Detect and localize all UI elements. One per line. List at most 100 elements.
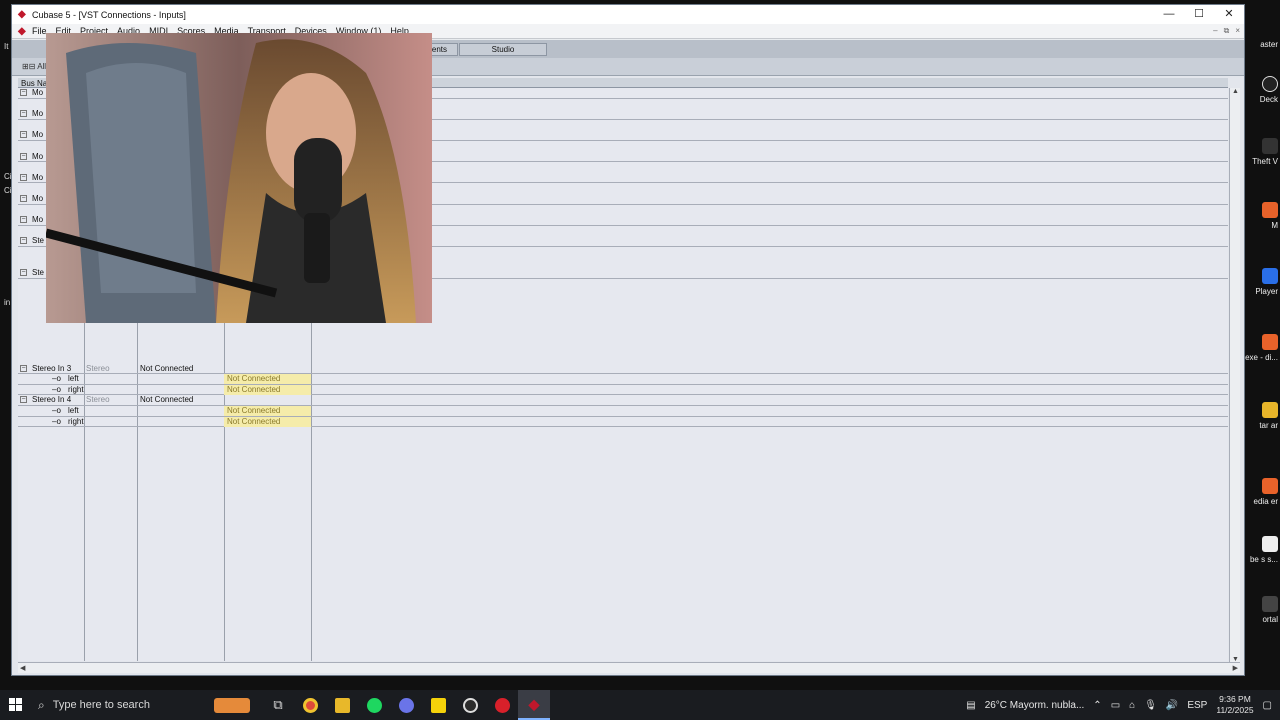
menu-file[interactable]: File: [32, 26, 47, 36]
task-view-icon: ⧉: [273, 697, 283, 712]
collapse-toggle-icon[interactable]: −: [20, 89, 27, 96]
close-button[interactable]: ✕: [1214, 5, 1244, 24]
weather-text[interactable]: 26°C Mayorm. nubla...: [985, 700, 1085, 711]
deck-icon: [1262, 76, 1278, 92]
clock[interactable]: 9:36 PM 11/2/2025: [1216, 694, 1253, 716]
desktop-label: in: [4, 298, 11, 307]
speaker-name: left: [68, 406, 79, 415]
desktop-shortcut-label: exe - di...: [1245, 353, 1278, 362]
desktop-shortcut-label: be s s...: [1249, 555, 1278, 564]
table-row[interactable]: − Stereo In 3 Stereo Not Connected: [18, 364, 1228, 375]
search-highlight-art: [214, 697, 250, 713]
child-minimize-icon[interactable]: –: [1213, 26, 1217, 36]
collapse-toggle-icon[interactable]: −: [20, 396, 27, 404]
table-row[interactable]: –o right Not Connected: [18, 384, 1228, 396]
desktop-shortcut-label: Player: [1255, 287, 1278, 296]
minimize-button[interactable]: —: [1154, 5, 1184, 24]
desktop-label: It: [4, 42, 9, 51]
notification-icon[interactable]: ▢: [1263, 700, 1272, 711]
collapse-toggle-icon[interactable]: −: [20, 152, 27, 160]
webcam-video-image: [46, 33, 432, 323]
search-placeholder: Type here to search: [52, 699, 150, 711]
windows-logo-icon: [9, 698, 22, 711]
bus-type: Stereo: [86, 363, 110, 373]
table-row[interactable]: –o right Not Connected: [18, 416, 1228, 428]
discord-taskbar-icon[interactable]: [390, 690, 422, 720]
horizontal-scrollbar[interactable]: ◀ ▶: [18, 662, 1240, 673]
cubase-taskbar-icon[interactable]: ◆: [518, 690, 550, 720]
clock-time: 9:36 PM: [1219, 694, 1251, 704]
spotify-taskbar-icon[interactable]: [358, 690, 390, 720]
channel-connector-icon: –o: [52, 406, 61, 415]
system-tray: ▤ 26°C Mayorm. nubla... ⌃ ▭ ⌂ 🎙 🔊 ESP 9:…: [966, 694, 1280, 716]
bus-name: Mo: [32, 215, 44, 225]
file-icon: [1262, 536, 1278, 552]
taskbar: ⌕ Type here to search ⧉ ◆ ▤ 26°C Mayorm.…: [0, 690, 1280, 720]
sticky-notes-icon: [430, 697, 446, 713]
desktop-shortcut-label: Deck: [1259, 95, 1278, 104]
cubase-menu-icon[interactable]: ◆: [18, 26, 27, 36]
bus-name: Stereo In 3: [32, 363, 72, 373]
tab-studio[interactable]: Studio: [459, 43, 547, 56]
collapse-toggle-icon[interactable]: −: [20, 195, 27, 202]
collapse-toggle-icon[interactable]: −: [20, 216, 27, 224]
collapse-toggle-icon[interactable]: −: [20, 131, 27, 139]
spotify-icon: [366, 697, 382, 713]
app-circle-icon: [462, 697, 478, 713]
network-icon[interactable]: ⌂: [1129, 700, 1135, 711]
title-bar[interactable]: ◆ Cubase 5 - [VST Connections - Inputs] …: [12, 5, 1244, 24]
child-close-icon[interactable]: ×: [1235, 26, 1240, 36]
sticky-notes-taskbar-icon[interactable]: [422, 690, 454, 720]
bus-name: Mo: [32, 172, 44, 182]
chrome-taskbar-icon[interactable]: [294, 690, 326, 720]
table-row[interactable]: − Stereo In 4 Stereo Not Connected: [18, 395, 1228, 406]
bus-name: Mo: [32, 88, 44, 97]
desktop-shortcut-label: tar ar: [1259, 421, 1278, 430]
device-port-cell[interactable]: Not Connected: [224, 384, 311, 395]
search-icon: ⌕: [38, 697, 45, 712]
chevron-up-icon[interactable]: ⌃: [1093, 700, 1101, 711]
task-view-button[interactable]: ⧉: [262, 690, 294, 720]
tray-app-icon[interactable]: ▭: [1111, 700, 1120, 711]
game-icon: [1262, 138, 1278, 154]
vertical-scrollbar[interactable]: ▲ ▼: [1229, 88, 1240, 663]
bus-name: Mo: [32, 151, 44, 161]
bus-name: Mo: [32, 194, 44, 203]
expand-all-control[interactable]: ⊞⊟ All: [22, 62, 46, 71]
speaker-name: left: [68, 374, 79, 384]
opera-taskbar-icon[interactable]: [486, 690, 518, 720]
scroll-right-icon[interactable]: ▶: [1233, 664, 1238, 672]
collapse-toggle-icon[interactable]: −: [20, 237, 27, 245]
search-highlight-icon[interactable]: [202, 690, 262, 720]
audio-device: Not Connected: [140, 395, 194, 405]
channel-connector-icon: –o: [52, 416, 61, 426]
collapse-toggle-icon[interactable]: −: [20, 269, 27, 277]
taskbar-search[interactable]: ⌕ Type here to search: [32, 690, 202, 720]
microphone-icon[interactable]: 🎙: [1144, 700, 1157, 711]
device-port-cell[interactable]: Not Connected: [224, 416, 311, 427]
app-taskbar-icon[interactable]: [454, 690, 486, 720]
bus-name: Stereo In 4: [32, 395, 72, 405]
language-indicator[interactable]: ESP: [1187, 700, 1207, 711]
device-port-cell[interactable]: Not Connected: [224, 406, 311, 416]
app-icon: [1262, 202, 1278, 218]
collapse-toggle-icon[interactable]: −: [20, 110, 27, 118]
collapse-toggle-icon[interactable]: −: [20, 173, 27, 181]
device-port-cell[interactable]: Not Connected: [224, 374, 311, 385]
bus-name: Ste: [32, 236, 45, 246]
scroll-up-icon[interactable]: ▲: [1232, 88, 1239, 95]
collapse-toggle-icon[interactable]: −: [20, 364, 27, 372]
cubase-icon: ◆: [528, 695, 540, 712]
file-explorer-taskbar-icon[interactable]: [326, 690, 358, 720]
table-row[interactable]: –o left Not Connected: [18, 374, 1228, 385]
app-icon: [1262, 402, 1278, 418]
scroll-left-icon[interactable]: ◀: [20, 664, 25, 672]
volume-icon[interactable]: 🔊: [1166, 700, 1178, 711]
weather-icon[interactable]: ▤: [966, 700, 975, 711]
opera-icon: [494, 697, 510, 713]
start-button[interactable]: [0, 690, 32, 720]
maximize-button[interactable]: ☐: [1184, 5, 1214, 24]
player-icon: [1262, 268, 1278, 284]
table-row[interactable]: –o left Not Connected: [18, 406, 1228, 417]
child-restore-icon[interactable]: ⧉: [1224, 26, 1230, 36]
